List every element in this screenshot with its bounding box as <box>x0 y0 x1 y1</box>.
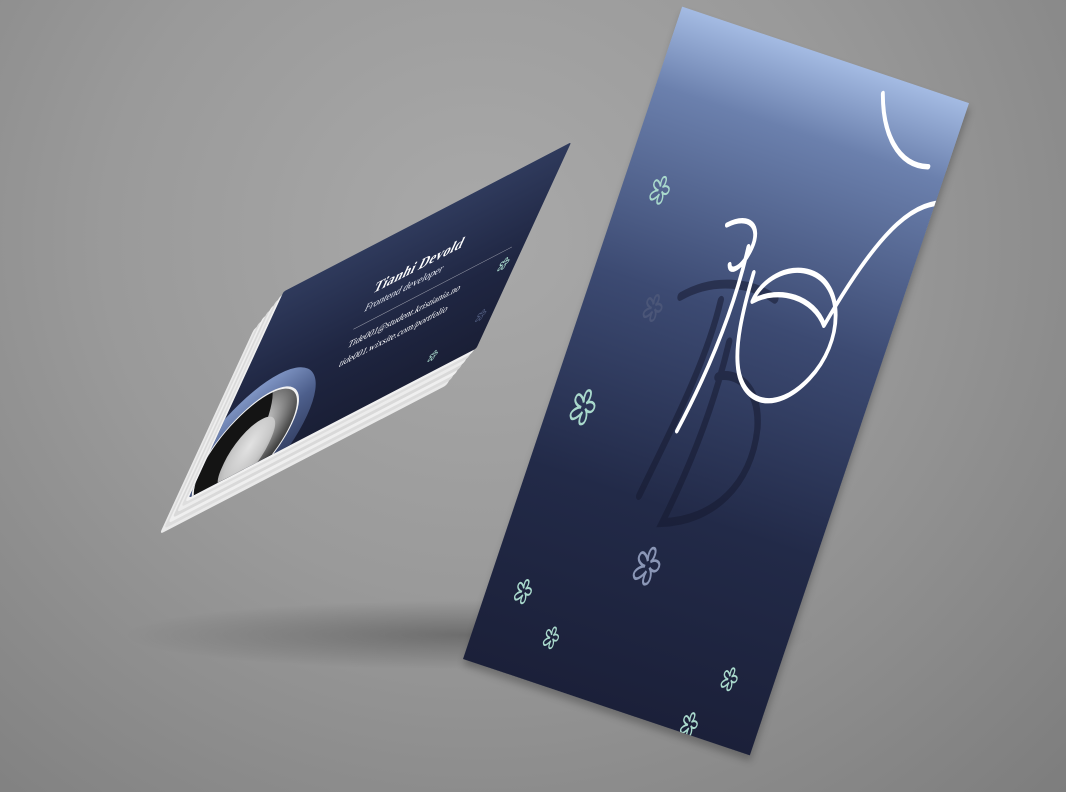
card-front-face: Tianhi Devold Frontend developer Tide001… <box>188 142 572 498</box>
flower-icon <box>475 308 487 323</box>
flower-icon <box>427 349 438 362</box>
mockup-scene: Tianhi Devold Frontend developer Tide001… <box>0 0 1066 792</box>
card-back-face <box>463 6 969 756</box>
